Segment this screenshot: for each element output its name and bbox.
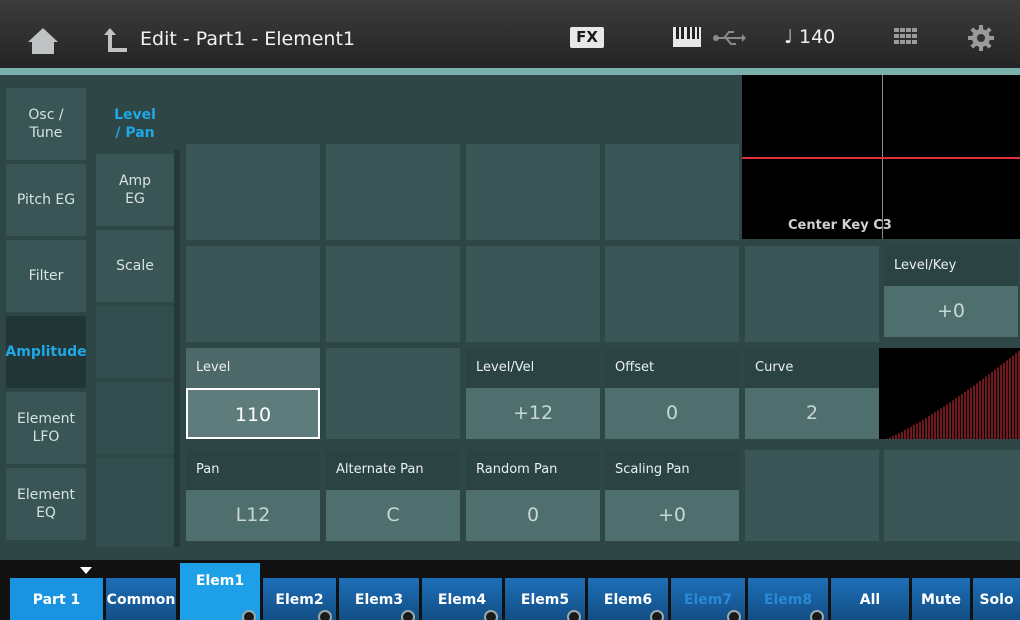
param-offset[interactable]: Offset 0 [605, 348, 739, 439]
element-switch-icon[interactable] [318, 610, 332, 620]
scaling-pan-label: Scaling Pan [605, 450, 739, 490]
empty-cell [884, 450, 1020, 541]
center-key-label: Center Key C3 [788, 218, 892, 233]
tab-solo[interactable]: Solo [973, 578, 1020, 620]
tab-elem4[interactable]: Elem4 [422, 578, 502, 620]
subnav-empty-2 [96, 382, 174, 454]
random-pan-label: Random Pan [466, 450, 600, 490]
nav-filter[interactable]: Filter [6, 240, 86, 312]
offset-value[interactable]: 0 [605, 388, 739, 439]
element-switch-icon[interactable] [484, 610, 498, 620]
empty-cell [745, 246, 879, 342]
velocity-curve-graph [879, 348, 1020, 439]
curve-label: Curve [745, 348, 879, 388]
tab-elem6[interactable]: Elem6 [588, 578, 668, 620]
empty-cell [326, 246, 460, 342]
nav-divider [174, 150, 180, 547]
alternate-pan-value[interactable]: C [326, 490, 460, 541]
empty-cell [605, 246, 739, 342]
tab-elem5[interactable]: Elem5 [505, 578, 585, 620]
tab-elem1[interactable]: Elem1 [180, 563, 260, 620]
param-pan[interactable]: Pan L12 [186, 450, 320, 541]
tab-part[interactable]: Part 1 [10, 578, 103, 620]
tab-elem3-label: Elem3 [354, 592, 404, 608]
tab-elem1-label: Elem1 [195, 573, 245, 589]
empty-cell [186, 246, 320, 342]
element-switch-icon[interactable] [401, 610, 415, 620]
keyboard-icon[interactable] [672, 25, 702, 49]
gear-icon[interactable] [967, 24, 995, 52]
page-title: Edit - Part1 - Element1 [140, 28, 356, 50]
empty-cell [326, 348, 460, 439]
param-curve[interactable]: Curve 2 [745, 348, 879, 439]
param-alternate-pan[interactable]: Alternate Pan C [326, 450, 460, 541]
tab-elem5-label: Elem5 [520, 592, 570, 608]
velocity-curve-svg [886, 350, 1020, 439]
tab-elem2-label: Elem2 [275, 592, 324, 608]
empty-cell [745, 450, 879, 541]
level-label: Level [186, 348, 320, 388]
param-level-vel[interactable]: Level/Vel +12 [466, 348, 600, 439]
title-bar: Edit - Part1 - Element1 FX ♩ 140 [0, 0, 1020, 68]
subnav-amp-eg[interactable]: Amp EG [96, 154, 174, 226]
primary-nav: Osc / Tune Pitch EG Filter Amplitude Ele… [0, 75, 92, 547]
element-switch-icon[interactable] [650, 610, 664, 620]
grid-icon[interactable] [893, 26, 919, 50]
element-switch-icon[interactable] [567, 610, 581, 620]
tab-elem8-label: Elem8 [763, 592, 813, 608]
level-key-value[interactable]: +0 [884, 286, 1018, 337]
empty-cell [186, 144, 320, 240]
nav-element-lfo[interactable]: Element LFO [6, 392, 86, 464]
tab-elem6-label: Elem6 [603, 592, 653, 608]
caret-down-icon [80, 567, 92, 574]
scaling-pan-value[interactable]: +0 [605, 490, 739, 541]
fx-icon[interactable]: FX [570, 27, 604, 48]
subnav-level-pan[interactable]: Level / Pan [96, 88, 174, 160]
tab-elem8[interactable]: Elem8 [748, 578, 828, 620]
param-level-key[interactable]: Level/Key +0 [884, 246, 1018, 337]
nav-osc-tune[interactable]: Osc / Tune [6, 88, 86, 160]
subnav-scale[interactable]: Scale [96, 230, 174, 302]
level-key-label: Level/Key [884, 246, 1018, 286]
level-value[interactable]: 110 [186, 388, 320, 439]
tab-mute[interactable]: Mute [912, 578, 970, 620]
tempo-display[interactable]: ♩ 140 [784, 26, 835, 48]
empty-cell [326, 144, 460, 240]
tab-all[interactable]: All [831, 578, 909, 620]
empty-cell [466, 246, 600, 342]
tab-elem3[interactable]: Elem3 [339, 578, 419, 620]
graph-level-line [742, 157, 1020, 159]
nav-amplitude[interactable]: Amplitude [5, 316, 87, 388]
element-switch-icon[interactable] [727, 610, 741, 620]
tab-common[interactable]: Common [106, 578, 176, 620]
home-icon[interactable] [26, 26, 60, 56]
pan-value[interactable]: L12 [186, 490, 320, 541]
param-scaling-pan[interactable]: Scaling Pan +0 [605, 450, 739, 541]
random-pan-value[interactable]: 0 [466, 490, 600, 541]
param-random-pan[interactable]: Random Pan 0 [466, 450, 600, 541]
subnav-empty-3 [96, 458, 174, 547]
level-vel-value[interactable]: +12 [466, 388, 600, 439]
tab-elem7[interactable]: Elem7 [671, 578, 745, 620]
empty-cell [466, 144, 600, 240]
center-key-graph: Center Key C3 [742, 75, 1020, 239]
tab-elem7-label: Elem7 [683, 592, 733, 608]
panel-top-line [0, 68, 1020, 75]
nav-pitch-eg[interactable]: Pitch EG [6, 164, 86, 236]
curve-value[interactable]: 2 [745, 388, 879, 439]
element-switch-icon[interactable] [242, 610, 256, 620]
nav-element-eq[interactable]: Element EQ [6, 468, 86, 540]
back-arrow-icon[interactable] [103, 26, 129, 54]
tab-elem4-label: Elem4 [437, 592, 487, 608]
level-vel-label: Level/Vel [466, 348, 600, 388]
offset-label: Offset [605, 348, 739, 388]
tab-elem2[interactable]: Elem2 [263, 578, 336, 620]
param-level[interactable]: Level 110 [186, 348, 320, 439]
usb-icon [713, 31, 746, 45]
empty-cell [605, 144, 739, 240]
pan-label: Pan [186, 450, 320, 490]
subnav-empty-1 [96, 306, 174, 378]
alternate-pan-label: Alternate Pan [326, 450, 460, 490]
element-switch-icon[interactable] [810, 610, 824, 620]
